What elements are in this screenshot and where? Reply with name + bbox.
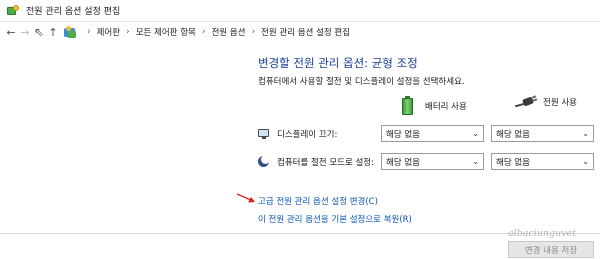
select-value: 해당 없음 [496,157,530,168]
chevron-right-icon[interactable]: › [202,27,206,37]
watermark: albaciunguvet [508,228,577,239]
column-label-battery: 배터리 사용 [425,101,467,112]
breadcrumb-item-control-panel[interactable]: 제어판 [97,26,120,38]
sleep-battery-select[interactable]: 해당 없음 ⌄ [381,153,484,170]
select-value: 해당 없음 [496,129,530,140]
column-header-plugged-in: 전원 사용 [514,95,577,108]
page-description: 컴퓨터에서 사용할 절전 및 디스플레이 설정을 선택하세요. [258,77,465,87]
restore-defaults-link[interactable]: 이 전원 관리 옵션을 기본 설정으로 복원(R) [258,213,412,225]
chevron-down-icon: ⌄ [582,129,589,138]
display-off-plugged-select[interactable]: 해당 없음 ⌄ [491,125,594,142]
chevron-right-icon[interactable]: › [251,27,255,37]
chevron-down-icon: ⌄ [582,157,589,166]
cursor-icon: ⇖ [33,25,45,39]
power-options-app-icon [6,4,20,18]
battery-icon [402,96,413,115]
monitor-icon [258,128,270,140]
power-plug-icon [514,95,538,108]
save-changes-button[interactable]: 변경 내용 저장 [508,241,594,258]
setting-label-display-off: 디스플레이 끄기: [277,130,338,140]
chevron-down-icon: ⌄ [472,157,479,166]
moon-icon [258,155,270,168]
window-title: 전원 관리 옵션 설정 편집 [26,7,121,17]
display-off-battery-select[interactable]: 해당 없음 ⌄ [381,125,484,142]
advanced-settings-link[interactable]: 고급 전원 관리 옵션 설정 변경(C) [258,195,378,207]
chevron-right-icon[interactable]: › [126,27,130,37]
chevron-down-icon: ⌄ [472,129,479,138]
setting-row-sleep: 컴퓨터를 절전 모드로 설정: [258,155,374,168]
chevron-right-icon[interactable]: › [87,27,91,37]
column-header-battery: 배터리 사용 [402,96,467,115]
title-bar: 전원 관리 옵션 설정 편집 [0,0,600,22]
back-arrow-icon[interactable]: ← [4,24,18,40]
annotation-arrow-icon [236,193,255,203]
page-title: 변경할 전원 관리 옵션: 균형 조정 [258,56,418,70]
forward-arrow-icon[interactable]: → [18,24,32,40]
setting-row-display-off: 디스플레이 끄기: [258,128,337,140]
breadcrumb-item-all-items[interactable]: 모든 제어판 항목 [136,26,196,38]
navigation-bar: ← → ⇖ ↑ › 제어판 › 모든 제어판 항목 › 전원 옵션 › 전원 관… [0,22,600,42]
breadcrumb: › 제어판 › 모든 제어판 항목 › 전원 옵션 › 전원 관리 옵션 설정 … [64,25,350,39]
sleep-plugged-select[interactable]: 해당 없음 ⌄ [491,153,594,170]
up-arrow-icon[interactable]: ↑ [46,24,60,40]
breadcrumb-item-power-options[interactable]: 전원 옵션 [211,26,245,38]
select-value: 해당 없음 [386,129,420,140]
breadcrumb-item-edit-plan[interactable]: 전원 관리 옵션 설정 편집 [261,26,350,38]
setting-label-sleep: 컴퓨터를 절전 모드로 설정: [277,158,374,168]
column-label-plugged-in: 전원 사용 [543,98,577,108]
select-value: 해당 없음 [386,157,420,168]
control-panel-icon [64,25,77,39]
